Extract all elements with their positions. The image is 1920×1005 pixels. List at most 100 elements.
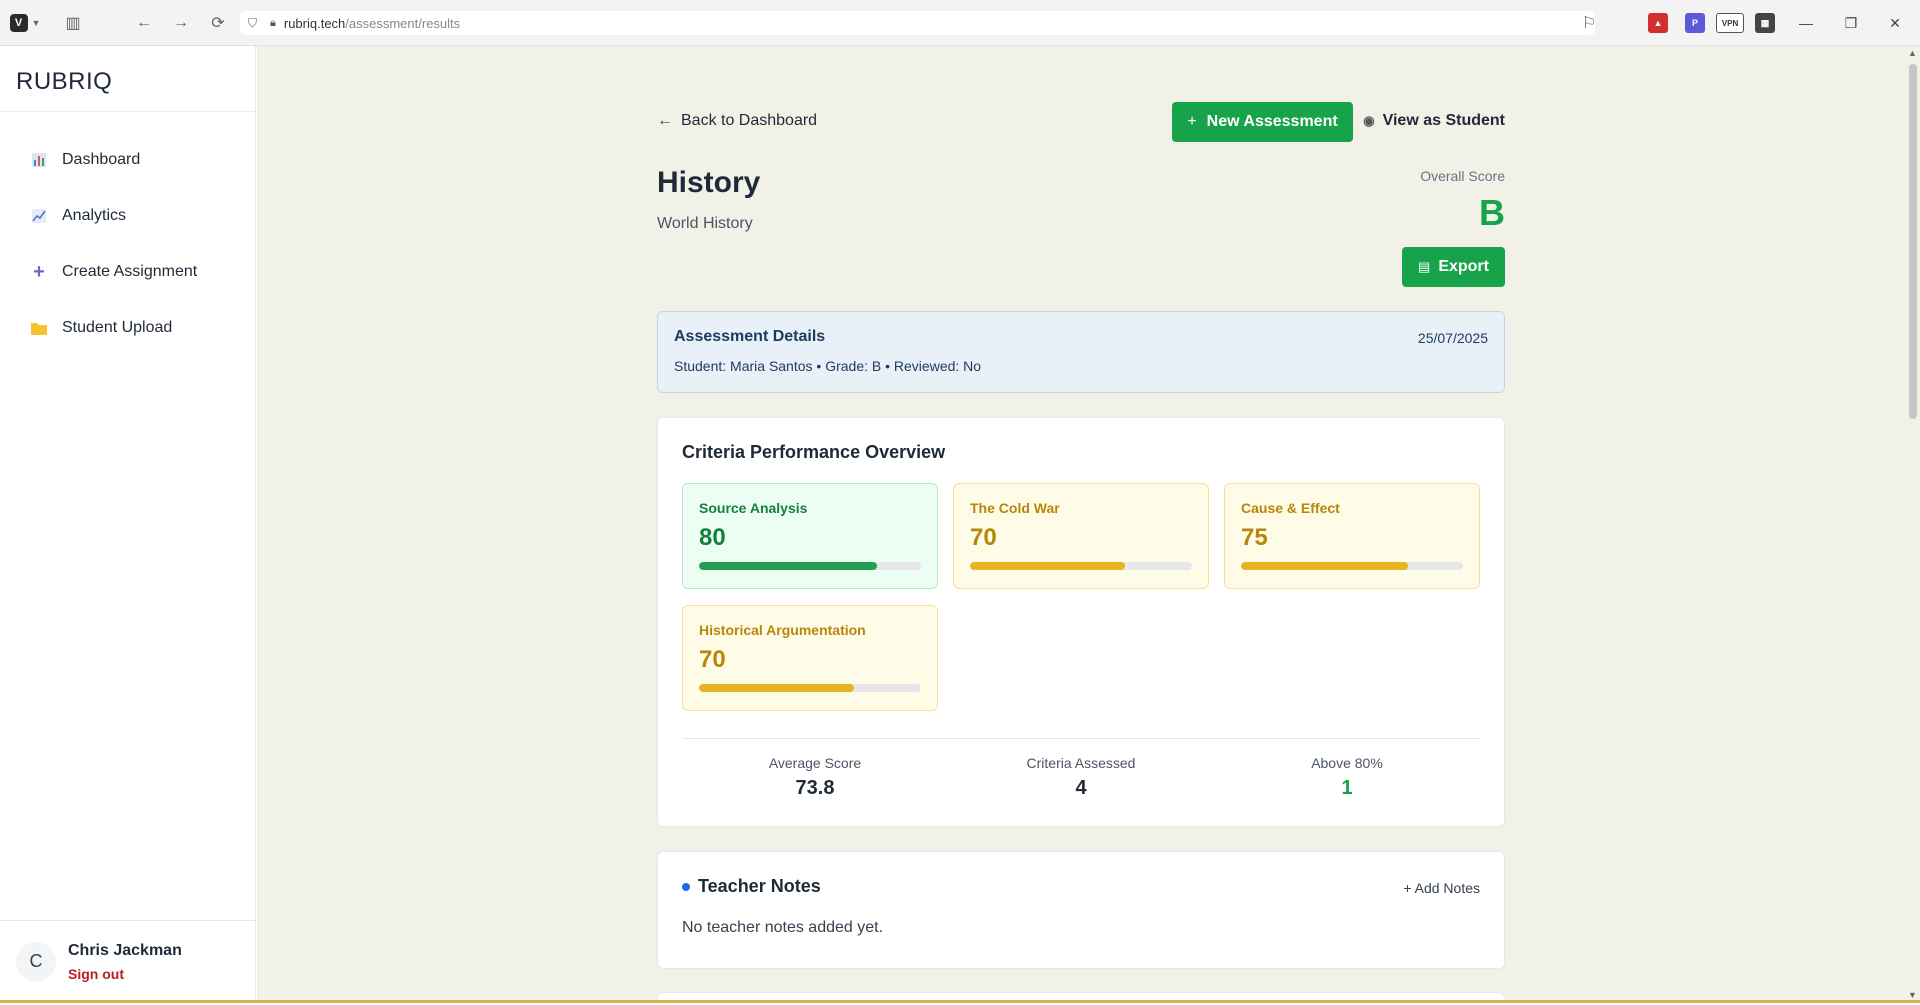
- criterion-card: Historical Argumentation 70: [682, 605, 938, 711]
- view-as-student-label: View as Student: [1382, 112, 1505, 129]
- details-date: 25/07/2025: [1417, 330, 1488, 346]
- stat-value: 73.8: [795, 777, 835, 799]
- stat-above-80: Above 80% 1: [1214, 755, 1480, 800]
- bookmark-icon[interactable]: ⚐: [1578, 12, 1600, 34]
- details-meta: Student: Maria Santos • Grade: B • Revie…: [674, 358, 982, 374]
- url-path: /assessment/results: [345, 15, 461, 31]
- scroll-thumb[interactable]: [1909, 64, 1917, 419]
- overall-grade: B: [1479, 192, 1505, 233]
- plus-icon: +: [33, 260, 45, 283]
- criterion-card: The Cold War 70: [953, 483, 1209, 589]
- overall-score-label: Overall Score: [1420, 168, 1505, 184]
- user-panel: C Chris Jackman Sign out: [0, 920, 256, 1002]
- bullet-dot-icon: [682, 882, 690, 891]
- sidebar: RUBRIQ Dashboard Analytics + Create Assi…: [0, 46, 256, 1002]
- url-host: rubriq.tech: [283, 15, 346, 31]
- vpn-icon[interactable]: VPN: [1716, 13, 1744, 33]
- criterion-name: The Cold War: [970, 500, 1060, 516]
- notes-title-text: Teacher Notes: [698, 876, 821, 896]
- sidebar-item-create-assignment[interactable]: + Create Assignment: [0, 244, 255, 300]
- notes-empty-text: No teacher notes added yet.: [682, 919, 884, 936]
- criteria-grid: Source Analysis 80 The Cold War 70 Cause…: [682, 483, 1480, 713]
- sidebar-item-label: Student Upload: [62, 319, 173, 336]
- criterion-score: 80: [699, 524, 726, 551]
- address-bar[interactable]: ⛉ 🔒︎ rubriq.tech/assessment/results: [240, 11, 1595, 35]
- progress-fill: [1241, 562, 1408, 570]
- scroll-down-icon[interactable]: ▼: [1907, 990, 1918, 1000]
- criterion-name: Historical Argumentation: [699, 622, 866, 638]
- page-actions: ← Back to Dashboard + New Assessment ◉ V…: [657, 102, 1505, 142]
- forward-icon[interactable]: →: [170, 12, 192, 34]
- sidebar-item-dashboard[interactable]: Dashboard: [0, 132, 255, 188]
- minimize-icon[interactable]: —: [1795, 12, 1817, 34]
- page-title: History: [657, 166, 761, 199]
- stat-label: Criteria Assessed: [1026, 755, 1136, 771]
- gift-icon[interactable]: ▦: [1755, 13, 1775, 33]
- progress-fill: [699, 562, 877, 570]
- pdf-extension-icon[interactable]: ▲: [1648, 13, 1668, 33]
- back-label: Back to Dashboard: [681, 112, 818, 129]
- notes-title: Teacher Notes: [682, 876, 1480, 897]
- back-to-dashboard-link[interactable]: ← Back to Dashboard: [657, 112, 817, 130]
- plus-icon: +: [1187, 113, 1197, 130]
- criterion-name: Cause & Effect: [1241, 500, 1340, 516]
- teacher-notes-card: Teacher Notes + Add Notes No teacher not…: [657, 851, 1505, 969]
- folder-icon: [30, 319, 48, 337]
- criteria-performance-card: Criteria Performance Overview Source Ana…: [657, 417, 1505, 827]
- stat-value: 1: [1341, 777, 1353, 799]
- stat-label: Average Score: [768, 755, 862, 771]
- sidebar-item-label: Dashboard: [62, 151, 141, 168]
- extension-icon[interactable]: P: [1685, 13, 1705, 33]
- sidebar-item-label: Analytics: [62, 207, 127, 224]
- page-subtitle: World History: [657, 215, 753, 232]
- lock-icon: 🔒︎: [270, 16, 276, 29]
- stat-label: Above 80%: [1311, 755, 1383, 771]
- criterion-card: Source Analysis 80: [682, 483, 938, 589]
- view-as-student-link[interactable]: ◉ View as Student: [1363, 112, 1505, 130]
- page-scrollbar[interactable]: ▲ ▼: [1905, 46, 1920, 1002]
- sidebar-item-analytics[interactable]: Analytics: [0, 188, 255, 244]
- brand-logo[interactable]: RUBRIQ: [0, 46, 255, 112]
- browser-menu-button[interactable]: V ▼: [8, 12, 42, 34]
- avatar[interactable]: C: [16, 941, 56, 982]
- progress-fill: [699, 684, 855, 692]
- progress-bar: [970, 562, 1192, 570]
- new-assessment-label: New Assessment: [1206, 113, 1338, 130]
- summary-stats: Average Score 73.8 Criteria Assessed 4 A…: [682, 738, 1480, 808]
- details-title: Assessment Details: [674, 328, 826, 345]
- assessment-details-panel: Assessment Details 25/07/2025 Student: M…: [657, 311, 1505, 393]
- criterion-card: Cause & Effect 75: [1224, 483, 1480, 589]
- scroll-up-icon[interactable]: ▲: [1907, 48, 1918, 58]
- sidebar-item-student-upload[interactable]: Student Upload: [0, 300, 255, 356]
- criterion-score: 75: [1241, 524, 1268, 551]
- progress-fill: [970, 562, 1126, 570]
- export-button[interactable]: ▤ Export: [1402, 247, 1505, 287]
- progress-bar: [1241, 562, 1463, 570]
- panel-toggle-icon[interactable]: ▥: [62, 12, 84, 34]
- shield-icon: ⛉: [248, 16, 258, 30]
- user-name: Chris Jackman: [68, 941, 182, 959]
- back-icon[interactable]: ←: [133, 12, 155, 34]
- arrow-left-icon: ←: [657, 112, 673, 129]
- progress-bar: [699, 562, 921, 570]
- add-notes-button[interactable]: + Add Notes: [1403, 880, 1480, 896]
- bar-chart-icon: [30, 151, 48, 169]
- stat-average-score: Average Score 73.8: [682, 755, 948, 800]
- criterion-name: Source Analysis: [699, 500, 808, 516]
- browser-toolbar: V ▼ ▥ ← → ⟳ ⛉ 🔒︎ rubriq.tech/assessment/r…: [0, 0, 1920, 46]
- export-label: Export: [1438, 258, 1489, 275]
- close-icon[interactable]: ✕: [1884, 12, 1906, 34]
- restore-icon[interactable]: ❐: [1840, 12, 1862, 34]
- line-chart-icon: [30, 207, 48, 225]
- vivaldi-logo-icon: V: [9, 14, 28, 32]
- stat-value: 4: [1075, 777, 1087, 799]
- new-assessment-button[interactable]: + New Assessment: [1172, 102, 1353, 142]
- sign-out-link[interactable]: Sign out: [68, 966, 182, 982]
- reload-icon[interactable]: ⟳: [207, 12, 229, 34]
- criterion-score: 70: [699, 646, 726, 673]
- sidebar-nav: Dashboard Analytics + Create Assignment …: [0, 112, 255, 356]
- document-icon: ▤: [1418, 259, 1431, 274]
- card-title: Criteria Performance Overview: [682, 442, 946, 462]
- eye-icon: ◉: [1363, 113, 1375, 128]
- progress-bar: [699, 684, 921, 692]
